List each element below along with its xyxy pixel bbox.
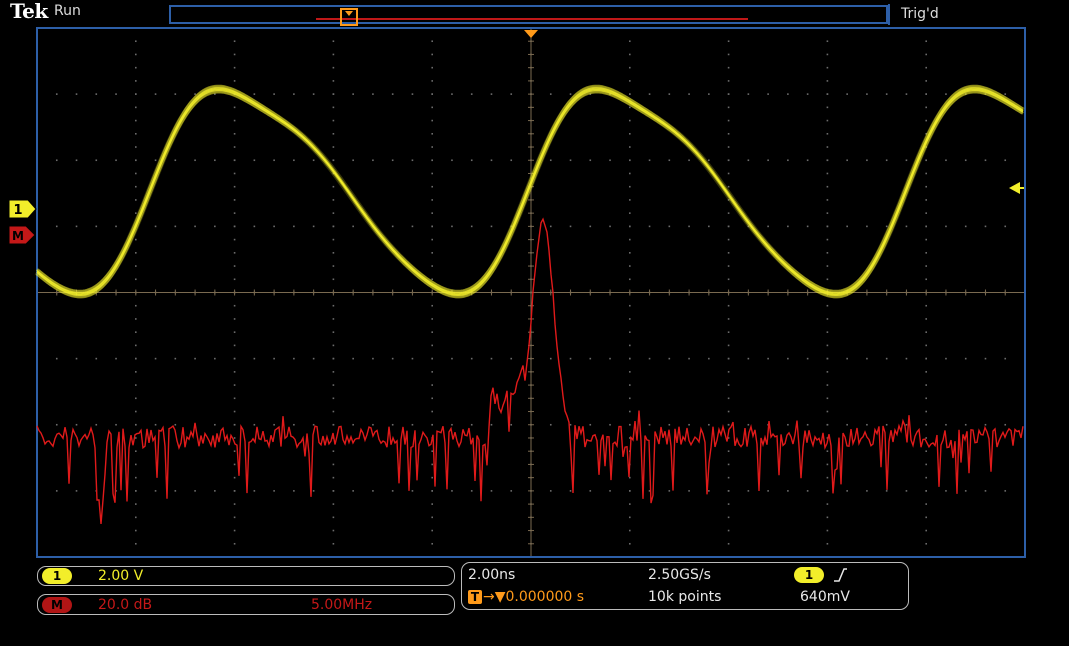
timebase-scale: 2.00ns: [468, 567, 516, 583]
trigger-source-badge: 1: [794, 567, 824, 583]
math-marker-label: M: [12, 229, 24, 243]
ch1-badge: 1: [42, 568, 72, 584]
scope-display: 1 M: [8, 8, 1026, 558]
horizontal-trigger-readout[interactable]: 2.00ns 2.50GS/s 1 T →▼0.000000 s 10k poi…: [461, 562, 909, 610]
graticule: [36, 27, 1026, 557]
record-trigger-marker-icon: [345, 11, 353, 16]
math-badge: M: [42, 597, 72, 613]
ch1-marker-label: 1: [13, 203, 22, 218]
ch1-readout[interactable]: 1 2.00 V: [37, 566, 455, 586]
trigger-level-marker[interactable]: [1009, 182, 1024, 194]
trigger-position-badge: T: [468, 590, 482, 604]
horizontal-delay: →▼0.000000 s: [483, 589, 585, 605]
record-length: 10k points: [648, 589, 722, 605]
math-readout[interactable]: M 20.0 dB 5.00MHz: [37, 594, 455, 615]
trigger-position-icon[interactable]: [524, 30, 538, 38]
ch1-ground-marker[interactable]: 1: [8, 199, 37, 219]
math-scale: 20.0 dB: [98, 597, 153, 613]
math-center-frequency: 5.00MHz: [311, 597, 373, 613]
ch1-waveform: [34, 84, 1025, 299]
sample-rate: 2.50GS/s: [648, 567, 711, 583]
trigger-level: 640mV: [800, 589, 850, 605]
ch1-scale: 2.00 V: [98, 568, 144, 584]
math-ground-marker[interactable]: M: [8, 225, 36, 245]
rising-slope-icon: [834, 568, 847, 582]
